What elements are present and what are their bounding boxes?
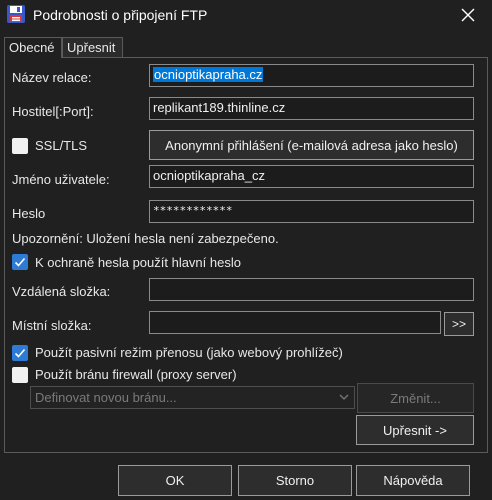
tab-general[interactable]: Obecné <box>4 37 62 58</box>
help-button[interactable]: Nápověda <box>356 465 470 496</box>
cancel-button[interactable]: Storno <box>238 465 352 496</box>
window-title: Podrobnosti o připojení FTP <box>33 7 208 23</box>
remote-folder-label: Vzdálená složka: <box>12 284 111 299</box>
remote-folder-input[interactable] <box>149 278 474 301</box>
password-warning: Upozornění: Uložení hesla není zabezpeče… <box>12 231 279 246</box>
passive-mode-label: Použít pasivní režim přenosu (jako webov… <box>35 345 343 360</box>
ok-button[interactable]: OK <box>118 465 232 496</box>
session-name-label: Název relace: <box>12 70 92 85</box>
session-name-input[interactable]: ocnioptikapraha.cz <box>149 64 474 87</box>
ssl-checkbox[interactable] <box>12 138 28 154</box>
anonymous-login-button[interactable]: Anonymní přihlášení (e-mailová adresa ja… <box>149 130 474 160</box>
host-label: Hostitel[:Port]: <box>12 104 94 119</box>
title-bar: Podrobnosti o připojení FTP <box>0 0 492 31</box>
checkmark-icon <box>14 257 26 267</box>
gateway-select-value: Definovat novou bránu... <box>35 390 177 405</box>
floppy-disk-icon <box>6 4 26 24</box>
local-folder-label: Místní složka: <box>12 318 92 333</box>
change-button[interactable]: Změnit... <box>357 383 474 413</box>
firewall-checkbox[interactable] <box>12 367 28 383</box>
master-password-label: K ochraně hesla použít hlavní heslo <box>35 255 241 270</box>
local-folder-input[interactable] <box>149 311 441 334</box>
advanced-button[interactable]: Upřesnit -> <box>356 415 474 445</box>
browse-button[interactable]: >> <box>444 312 474 336</box>
master-password-checkbox[interactable] <box>12 254 28 270</box>
gateway-select[interactable]: Definovat novou bránu... <box>30 386 355 409</box>
host-input[interactable]: replikant189.thinline.cz <box>149 97 474 120</box>
checkmark-icon <box>14 348 26 358</box>
session-name-value: ocnioptikapraha.cz <box>153 67 264 82</box>
ssl-label: SSL/TLS <box>35 138 88 153</box>
close-icon[interactable] <box>456 4 480 26</box>
tab-advanced[interactable]: Upřesnit <box>62 37 123 57</box>
password-label: Heslo <box>12 206 46 221</box>
username-input[interactable]: ocnioptikapraha_cz <box>149 165 474 188</box>
password-input[interactable]: ************ <box>149 200 474 223</box>
passive-mode-checkbox[interactable] <box>12 345 28 361</box>
firewall-label: Použít bránu firewall (proxy server) <box>35 367 237 382</box>
username-label: Jméno uživatele: <box>12 172 110 187</box>
chevron-down-icon <box>338 391 350 403</box>
